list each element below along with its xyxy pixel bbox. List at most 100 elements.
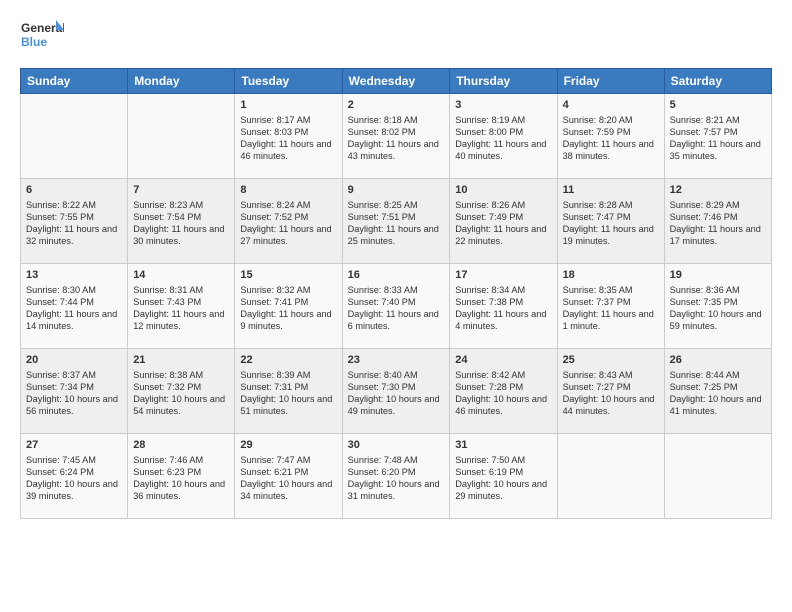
day-info: Sunrise: 8:42 AM Sunset: 7:28 PM Dayligh…	[455, 370, 551, 418]
day-info: Sunrise: 7:48 AM Sunset: 6:20 PM Dayligh…	[348, 455, 445, 503]
day-info: Sunrise: 8:29 AM Sunset: 7:46 PM Dayligh…	[670, 200, 766, 248]
col-header-thursday: Thursday	[450, 69, 557, 94]
day-cell: 26 Sunrise: 8:44 AM Sunset: 7:25 PM Dayli…	[664, 349, 771, 434]
day-info: Sunrise: 8:17 AM Sunset: 8:03 PM Dayligh…	[240, 115, 336, 163]
day-number: 25	[563, 353, 659, 368]
day-number: 18	[563, 268, 659, 283]
day-cell: 30 Sunrise: 7:48 AM Sunset: 6:20 PM Dayli…	[342, 434, 450, 519]
day-cell	[128, 94, 235, 179]
day-number: 7	[133, 183, 229, 198]
day-number: 9	[348, 183, 445, 198]
day-cell	[664, 434, 771, 519]
day-cell: 14 Sunrise: 8:31 AM Sunset: 7:43 PM Dayli…	[128, 264, 235, 349]
day-cell: 4Sunrise: 8:20 AM Sunset: 7:59 PM Daylig…	[557, 94, 664, 179]
day-info: Sunrise: 7:45 AM Sunset: 6:24 PM Dayligh…	[26, 455, 122, 503]
day-cell: 2 Sunrise: 8:18 AM Sunset: 8:02 PM Daylig…	[342, 94, 450, 179]
day-info: Sunrise: 8:20 AM Sunset: 7:59 PM Dayligh…	[563, 115, 659, 163]
calendar-table: SundayMondayTuesdayWednesdayThursdayFrid…	[20, 68, 772, 519]
day-number: 29	[240, 438, 336, 453]
week-row-2: 6 Sunrise: 8:22 AM Sunset: 7:55 PM Daylig…	[21, 179, 772, 264]
day-info: Sunrise: 7:46 AM Sunset: 6:23 PM Dayligh…	[133, 455, 229, 503]
calendar-header-row: SundayMondayTuesdayWednesdayThursdayFrid…	[21, 69, 772, 94]
day-cell: 16Sunrise: 8:33 AM Sunset: 7:40 PM Dayli…	[342, 264, 450, 349]
day-cell: 12 Sunrise: 8:29 AM Sunset: 7:46 PM Dayli…	[664, 179, 771, 264]
day-number: 24	[455, 353, 551, 368]
day-cell: 6 Sunrise: 8:22 AM Sunset: 7:55 PM Daylig…	[21, 179, 128, 264]
col-header-friday: Friday	[557, 69, 664, 94]
day-info: Sunrise: 8:38 AM Sunset: 7:32 PM Dayligh…	[133, 370, 229, 418]
day-cell: 3 Sunrise: 8:19 AM Sunset: 8:00 PM Daylig…	[450, 94, 557, 179]
day-number: 15	[240, 268, 336, 283]
day-info: Sunrise: 8:31 AM Sunset: 7:43 PM Dayligh…	[133, 285, 229, 333]
day-info: Sunrise: 8:40 AM Sunset: 7:30 PM Dayligh…	[348, 370, 445, 418]
day-number: 2	[348, 98, 445, 113]
day-number: 30	[348, 438, 445, 453]
day-number: 12	[670, 183, 766, 198]
col-header-wednesday: Wednesday	[342, 69, 450, 94]
day-cell: 5 Sunrise: 8:21 AM Sunset: 7:57 PM Daylig…	[664, 94, 771, 179]
day-info: Sunrise: 8:22 AM Sunset: 7:55 PM Dayligh…	[26, 200, 122, 248]
day-info: Sunrise: 8:18 AM Sunset: 8:02 PM Dayligh…	[348, 115, 445, 163]
week-row-4: 20 Sunrise: 8:37 AM Sunset: 7:34 PM Dayli…	[21, 349, 772, 434]
day-number: 5	[670, 98, 766, 113]
day-info: Sunrise: 8:28 AM Sunset: 7:47 PM Dayligh…	[563, 200, 659, 248]
day-cell: 9 Sunrise: 8:25 AM Sunset: 7:51 PM Daylig…	[342, 179, 450, 264]
day-cell: 11Sunrise: 8:28 AM Sunset: 7:47 PM Dayli…	[557, 179, 664, 264]
day-cell: 28Sunrise: 7:46 AM Sunset: 6:23 PM Dayli…	[128, 434, 235, 519]
day-info: Sunrise: 7:47 AM Sunset: 6:21 PM Dayligh…	[240, 455, 336, 503]
day-number: 6	[26, 183, 122, 198]
day-info: Sunrise: 8:39 AM Sunset: 7:31 PM Dayligh…	[240, 370, 336, 418]
day-cell	[557, 434, 664, 519]
page: General Blue SundayMondayTuesdayWednesda…	[0, 0, 792, 612]
day-cell: 18 Sunrise: 8:35 AM Sunset: 7:37 PM Dayli…	[557, 264, 664, 349]
day-cell: 17 Sunrise: 8:34 AM Sunset: 7:38 PM Dayli…	[450, 264, 557, 349]
day-number: 26	[670, 353, 766, 368]
day-cell: 25 Sunrise: 8:43 AM Sunset: 7:27 PM Dayli…	[557, 349, 664, 434]
day-info: Sunrise: 8:34 AM Sunset: 7:38 PM Dayligh…	[455, 285, 551, 333]
day-info: Sunrise: 8:37 AM Sunset: 7:34 PM Dayligh…	[26, 370, 122, 418]
day-cell: 10 Sunrise: 8:26 AM Sunset: 7:49 PM Dayli…	[450, 179, 557, 264]
day-number: 14	[133, 268, 229, 283]
day-cell: 29 Sunrise: 7:47 AM Sunset: 6:21 PM Dayli…	[235, 434, 342, 519]
day-info: Sunrise: 8:35 AM Sunset: 7:37 PM Dayligh…	[563, 285, 659, 333]
day-number: 23	[348, 353, 445, 368]
day-number: 10	[455, 183, 551, 198]
day-cell	[21, 94, 128, 179]
week-row-3: 13Sunrise: 8:30 AM Sunset: 7:44 PM Dayli…	[21, 264, 772, 349]
day-cell: 20 Sunrise: 8:37 AM Sunset: 7:34 PM Dayli…	[21, 349, 128, 434]
day-number: 31	[455, 438, 551, 453]
day-number: 3	[455, 98, 551, 113]
day-info: Sunrise: 8:21 AM Sunset: 7:57 PM Dayligh…	[670, 115, 766, 163]
day-number: 22	[240, 353, 336, 368]
day-info: Sunrise: 8:19 AM Sunset: 8:00 PM Dayligh…	[455, 115, 551, 163]
day-info: Sunrise: 8:26 AM Sunset: 7:49 PM Dayligh…	[455, 200, 551, 248]
day-number: 19	[670, 268, 766, 283]
day-info: Sunrise: 8:43 AM Sunset: 7:27 PM Dayligh…	[563, 370, 659, 418]
logo: General Blue	[20, 16, 64, 60]
col-header-tuesday: Tuesday	[235, 69, 342, 94]
day-cell: 27 Sunrise: 7:45 AM Sunset: 6:24 PM Dayli…	[21, 434, 128, 519]
day-info: Sunrise: 8:23 AM Sunset: 7:54 PM Dayligh…	[133, 200, 229, 248]
day-number: 27	[26, 438, 122, 453]
day-info: Sunrise: 8:33 AM Sunset: 7:40 PM Dayligh…	[348, 285, 445, 333]
day-number: 21	[133, 353, 229, 368]
day-cell: 23 Sunrise: 8:40 AM Sunset: 7:30 PM Dayli…	[342, 349, 450, 434]
day-info: Sunrise: 8:30 AM Sunset: 7:44 PM Dayligh…	[26, 285, 122, 333]
day-cell: 22 Sunrise: 8:39 AM Sunset: 7:31 PM Dayli…	[235, 349, 342, 434]
day-number: 17	[455, 268, 551, 283]
day-cell: 13Sunrise: 8:30 AM Sunset: 7:44 PM Dayli…	[21, 264, 128, 349]
day-cell: 1 Sunrise: 8:17 AM Sunset: 8:03 PM Daylig…	[235, 94, 342, 179]
svg-text:Blue: Blue	[21, 35, 47, 49]
day-info: Sunrise: 8:36 AM Sunset: 7:35 PM Dayligh…	[670, 285, 766, 333]
day-number: 20	[26, 353, 122, 368]
day-info: Sunrise: 8:25 AM Sunset: 7:51 PM Dayligh…	[348, 200, 445, 248]
day-info: Sunrise: 8:32 AM Sunset: 7:41 PM Dayligh…	[240, 285, 336, 333]
day-info: Sunrise: 8:44 AM Sunset: 7:25 PM Dayligh…	[670, 370, 766, 418]
day-cell: 24 Sunrise: 8:42 AM Sunset: 7:28 PM Dayli…	[450, 349, 557, 434]
week-row-5: 27 Sunrise: 7:45 AM Sunset: 6:24 PM Dayli…	[21, 434, 772, 519]
day-number: 1	[240, 98, 336, 113]
day-cell: 15 Sunrise: 8:32 AM Sunset: 7:41 PM Dayli…	[235, 264, 342, 349]
col-header-sunday: Sunday	[21, 69, 128, 94]
col-header-saturday: Saturday	[664, 69, 771, 94]
day-info: Sunrise: 7:50 AM Sunset: 6:19 PM Dayligh…	[455, 455, 551, 503]
